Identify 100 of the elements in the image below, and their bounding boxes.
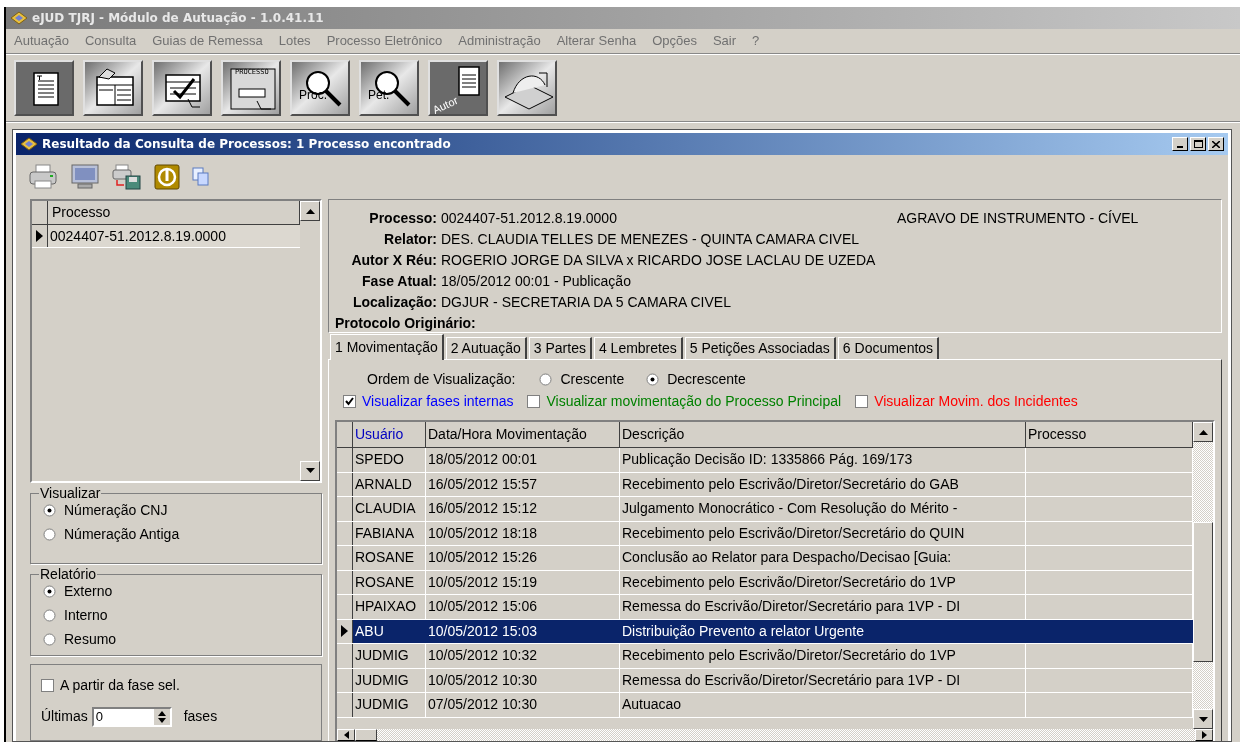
- dialog-title: Resultado da Consulta de Processos: 1 Processo encontrado: [42, 136, 451, 153]
- table-cell: 10/05/2012 10:30: [426, 668, 620, 692]
- checkbox-label: Visualizar fases internas: [362, 391, 514, 411]
- table-row[interactable]: FABIANA 10/05/2012 18:18 Recebimento pelo Escrivão/Diretor/Secretário do QUIN: [337, 521, 1193, 546]
- tab[interactable]: 6 Documentos: [837, 337, 940, 359]
- toolbar-button[interactable]: Autor: [428, 60, 488, 116]
- checkbox[interactable]: [343, 394, 356, 408]
- field-value: DES. CLAUDIA TELLES DE MENEZES - QUINTA CAMARA CIVEL: [441, 230, 860, 249]
- table-row[interactable]: JUDMIG 10/05/2012 10:30 Remessa do Escrivão/Diretor/Secretário para 1VP - DI: [337, 668, 1193, 693]
- tab[interactable]: 2 Autuação: [445, 337, 527, 359]
- field-label: Localização:: [351, 293, 437, 312]
- column-header[interactable]: Usuário: [353, 422, 426, 447]
- checkbox-label: Visualizar movimentação do Processo Principal: [546, 391, 842, 411]
- print-to-disk-icon[interactable]: [112, 164, 142, 190]
- table-cell: Publicação Decisão ID: 1335866 Pág. 169/173: [620, 448, 1026, 472]
- maximize-button[interactable]: [1190, 137, 1206, 151]
- table-cell: JUDMIG: [353, 668, 426, 692]
- table-row[interactable]: CLAUDIA 16/05/2012 15:12 Julgamento Monocrático - Com Resolução do Mérito -: [337, 497, 1193, 522]
- down-arrow-icon: [305, 468, 315, 474]
- tab[interactable]: 3 Partes: [528, 337, 592, 359]
- table-cell: Remessa do Escrivão/Diretor/Secretário para 1VP - DI: [620, 595, 1026, 619]
- checkbox-label: Visualizar Movim. dos Incidentes: [874, 391, 1078, 411]
- table-cell: 16/05/2012 15:12: [426, 497, 620, 521]
- table-row[interactable]: HPAIXAO 10/05/2012 15:06 Remessa do Escrivão/Diretor/Secretário para 1VP - DI: [337, 595, 1193, 620]
- table-row[interactable]: JUDMIG 07/05/2012 10:30 Autuacao: [337, 693, 1193, 718]
- case-class: AGRAVO DE INSTRUMENTO - CÍVEL: [897, 209, 1139, 228]
- app-logo-icon: [10, 11, 28, 25]
- table-cell: JUDMIG: [353, 693, 426, 717]
- left-arrow-icon: [343, 731, 349, 739]
- table-cell: 10/05/2012 15:06: [426, 595, 620, 619]
- column-header[interactable]: Descrição: [620, 422, 1026, 447]
- table-row[interactable]: ROSANE 10/05/2012 15:19 Recebimento pelo Escrivão/Diretor/Secretário do 1VP: [337, 570, 1193, 595]
- list-item[interactable]: 0024407-51.2012.8.19.0000: [48, 225, 300, 247]
- scrollbar-thumb[interactable]: [355, 729, 377, 741]
- radio-button[interactable]: [43, 585, 56, 599]
- monitor-icon[interactable]: [70, 164, 100, 190]
- field-label: Fase Atual:: [361, 272, 437, 291]
- radio-button[interactable]: [43, 609, 56, 623]
- up-arrow-icon: [305, 208, 315, 214]
- copy-icon[interactable]: [192, 167, 210, 187]
- table-row[interactable]: ROSANE 10/05/2012 15:26 Conclusão ao Relator para Despacho/Decisao [Guia:: [337, 546, 1193, 571]
- checkbox[interactable]: [855, 394, 869, 408]
- toolbar-button[interactable]: [83, 60, 143, 116]
- field-value: DGJUR - SECRETARIA DA 5 CAMARA CIVEL: [441, 293, 732, 312]
- field-label: Protocolo Originário:: [335, 314, 476, 333]
- table-cell: Recebimento pelo Escrivão/Diretor/Secretário do QUIN: [620, 521, 1026, 545]
- button-label: Autor: [430, 94, 460, 114]
- field-label: Processo:: [368, 209, 437, 228]
- tab[interactable]: 5 Petições Associadas: [684, 337, 836, 359]
- minimize-button[interactable]: [1172, 137, 1188, 151]
- field-unit: fases: [183, 707, 218, 727]
- radio-button[interactable]: [43, 528, 56, 542]
- table-cell: Distribuição Prevento a relator Urgente: [620, 619, 1026, 643]
- checkbox[interactable]: [527, 394, 541, 408]
- minimize-icon: [1177, 146, 1183, 148]
- table-cell: 18/05/2012 00:01: [426, 448, 620, 472]
- table-row[interactable]: SPEDO 18/05/2012 00:01 Publicação Decisão ID: 1335866 Pág. 169/173: [337, 448, 1193, 473]
- table-cell: ROSANE: [353, 546, 426, 570]
- app-logo-icon: [20, 137, 38, 151]
- radio-button[interactable]: [646, 372, 660, 386]
- field-label: Últimas: [41, 707, 88, 727]
- horizontal-scrollbar[interactable]: [337, 729, 1213, 741]
- table-cell: Recebimento pelo Escrivão/Diretor/Secretário do GAB: [620, 472, 1026, 496]
- scrollbar-thumb[interactable]: [1193, 522, 1213, 662]
- toolbar-button[interactable]: [152, 60, 212, 116]
- window-title: eJUD TJRJ - Módulo de Autuação - 1.0.41.11: [32, 10, 324, 27]
- option-label: Decrescente: [667, 369, 746, 389]
- power-icon[interactable]: [154, 164, 180, 190]
- number-spinner[interactable]: 0: [91, 706, 172, 727]
- field-label: Autor X Réu:: [350, 251, 437, 270]
- radio-button[interactable]: [43, 504, 56, 518]
- maximize-icon: [1193, 140, 1203, 148]
- table-cell: Autuacao: [620, 693, 1026, 717]
- table-row[interactable]: ABU 10/05/2012 15:03 Distribuição Prevento a relator Urgente: [337, 619, 1193, 644]
- table-cell: ABU: [353, 619, 426, 643]
- table-row[interactable]: ARNALD 16/05/2012 15:57 Recebimento pelo Escrivão/Diretor/Secretário do GAB: [337, 472, 1193, 497]
- toolbar-button[interactable]: Pet.: [359, 60, 419, 116]
- down-arrow-icon: [1198, 716, 1208, 722]
- option-label: Interno: [64, 606, 108, 626]
- tab[interactable]: 1 Movimentação: [330, 334, 444, 360]
- tab[interactable]: 4 Lembretes: [593, 337, 683, 359]
- table-cell: Julgamento Monocrático - Com Resolução do Mérito -: [620, 497, 1026, 521]
- radio-button[interactable]: [539, 372, 553, 386]
- radio-button[interactable]: [43, 633, 56, 647]
- vertical-scrollbar[interactable]: [1193, 422, 1213, 729]
- column-header[interactable]: Data/Hora Movimentação: [426, 422, 620, 447]
- field-value: 18/05/2012 00:01 - Publicação: [441, 272, 632, 291]
- close-button[interactable]: [1208, 137, 1224, 151]
- table-row[interactable]: JUDMIG 10/05/2012 10:32 Recebimento pelo Escrivão/Diretor/Secretário do 1VP: [337, 644, 1193, 669]
- option-label: Externo: [64, 582, 113, 602]
- option-label: Númeração CNJ: [64, 501, 168, 521]
- table-cell: 10/05/2012 15:03: [426, 619, 620, 643]
- field-label: Ordem de Visualização:: [367, 369, 516, 389]
- checkbox[interactable]: [41, 679, 54, 693]
- printer-icon[interactable]: [28, 164, 58, 190]
- row-pointer-icon: [341, 625, 348, 638]
- table-cell: 07/05/2012 10:30: [426, 693, 620, 717]
- toolbar-button[interactable]: [497, 60, 557, 116]
- vertical-scrollbar[interactable]: [300, 201, 320, 481]
- toolbar-button[interactable]: [14, 60, 74, 116]
